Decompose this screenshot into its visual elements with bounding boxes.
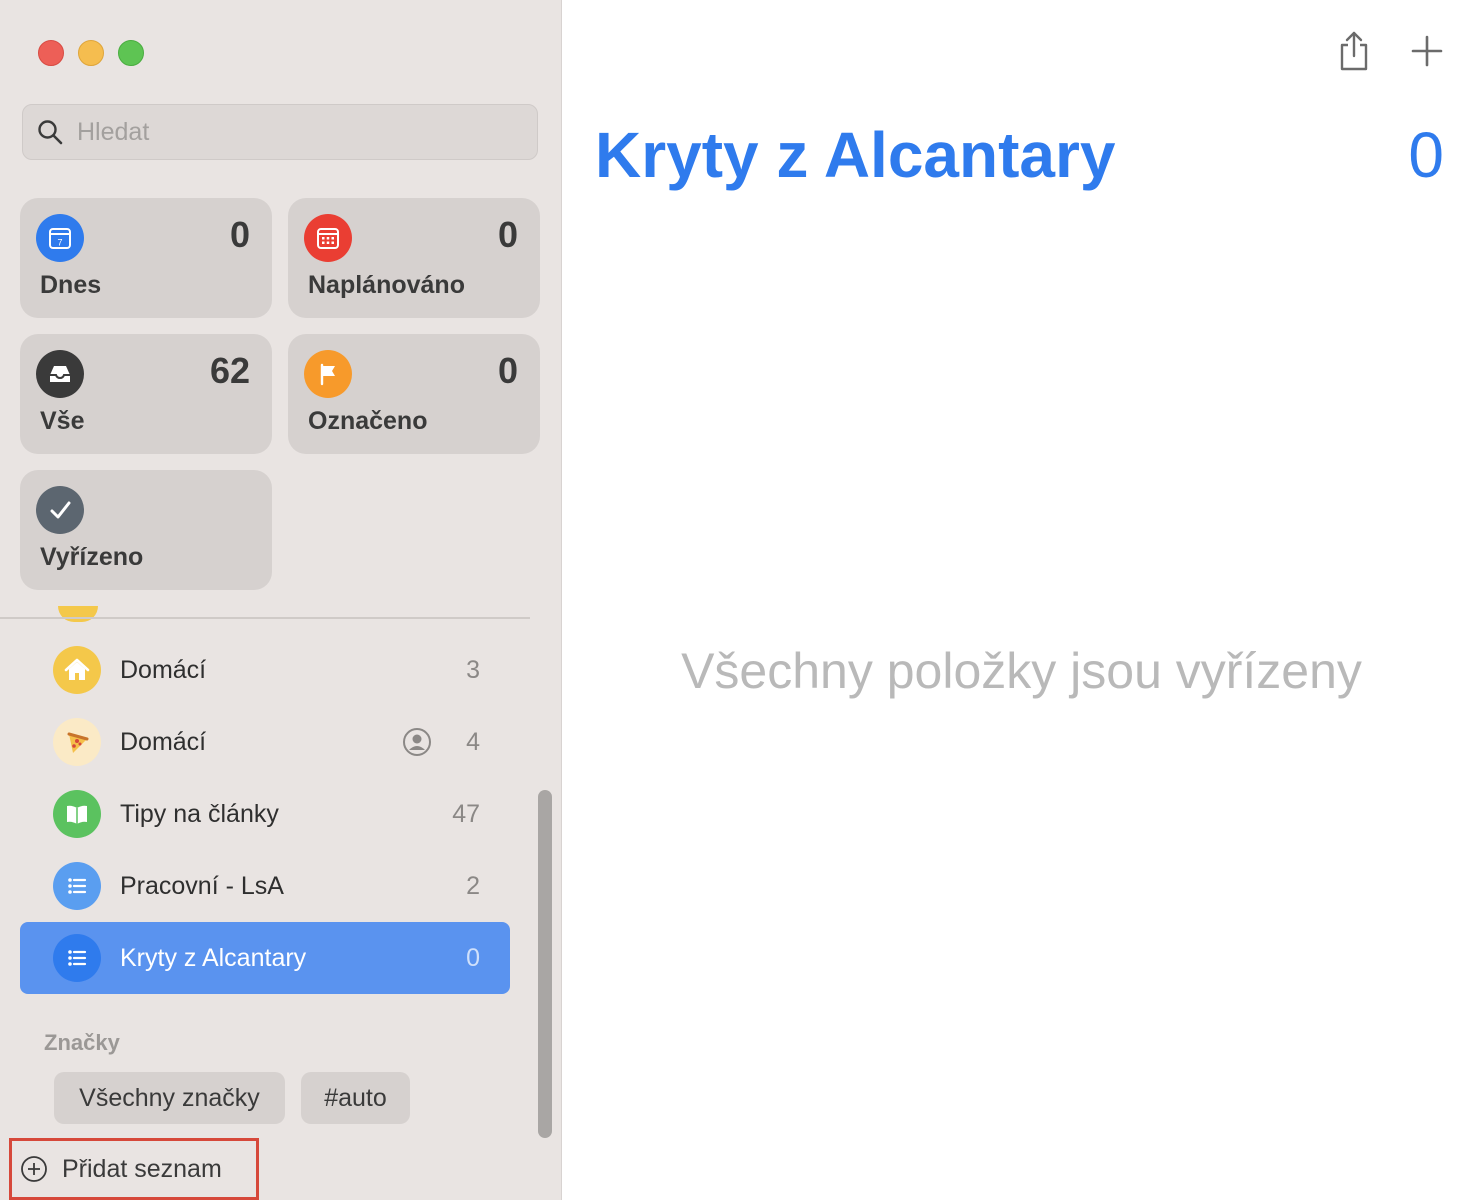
calendar-scheduled-icon [304,214,352,262]
list-name: Tipy na články [120,799,279,828]
smart-list-label: Vyřízeno [40,543,144,571]
smart-list-count: 0 [229,214,250,255]
search-field[interactable] [22,104,538,160]
svg-text:7: 7 [57,238,62,248]
plus-icon [1411,35,1443,67]
page-title: Kryty z Alcantary [595,119,1116,191]
add-list-label: Přidat seznam [62,1154,222,1183]
tag-all[interactable]: Všechny značky [54,1072,285,1124]
list-count: 47 [452,799,480,828]
sidebar-scrollbar[interactable] [538,790,552,1138]
list-count: 0 [466,943,480,972]
tray-icon [36,350,84,398]
add-list-button[interactable]: Přidat seznam [9,1138,259,1200]
smart-list-label: Vše [40,407,85,435]
search-icon [38,120,63,145]
plus-circle-icon [21,1156,47,1182]
smart-list-count: 0 [497,214,518,255]
main-content: Kryty z Alcantary 0 Všechny položky jsou… [563,0,1480,1200]
list-icon-partial [58,606,98,622]
list-item-domaci[interactable]: Domácí 3 [20,634,510,706]
smart-list-count: 0 [497,350,518,391]
section-divider [0,617,530,619]
list-item-kryty-selected[interactable]: Kryty z Alcantary 0 [20,922,510,994]
list-name: Pracovní - LsA [120,871,284,900]
smart-list-label: Dnes [40,271,102,299]
add-reminder-button[interactable] [1405,28,1449,74]
zoom-window-button[interactable] [118,40,144,66]
list-count: 2 [466,871,480,900]
list-count: 3 [466,655,480,684]
smart-list-count: 62 [209,350,250,391]
share-button[interactable] [1332,28,1376,74]
house-icon [53,646,101,694]
tags-section-label: Značky [44,1030,120,1055]
share-icon [1340,31,1368,71]
list-name: Kryty z Alcantary [120,943,307,972]
window-controls [38,40,144,66]
smart-list-label: Označeno [308,407,428,435]
smart-list-all[interactable]: 62 Vše [20,334,272,454]
empty-state-message: Všechny položky jsou vyřízeny [681,643,1362,699]
calendar-today-icon: 7 [36,214,84,262]
close-window-button[interactable] [38,40,64,66]
sidebar: 7 0 Dnes 0 Naplánováno 62 Vše [0,0,562,1200]
list-icon [53,934,101,982]
shared-person-icon [403,728,431,756]
list-name: Domácí [120,655,207,684]
smart-list-today[interactable]: 7 0 Dnes [20,198,272,318]
tag-auto[interactable]: #auto [301,1072,410,1124]
smart-list-flagged[interactable]: 0 Označeno [288,334,540,454]
pizza-icon [53,718,101,766]
list-item-domaci-shared[interactable]: Domácí 4 [20,706,510,778]
flag-icon [304,350,352,398]
checkmark-icon [36,486,84,534]
reminder-count: 0 [1408,119,1444,191]
list-name: Domácí [120,727,207,756]
list-item-tipy[interactable]: Tipy na články 47 [20,778,510,850]
smart-list-completed[interactable]: Vyřízeno [20,470,272,590]
smart-list-scheduled[interactable]: 0 Naplánováno [288,198,540,318]
list-icon [53,862,101,910]
minimize-window-button[interactable] [78,40,104,66]
list-item-pracovni[interactable]: Pracovní - LsA 2 [20,850,510,922]
smart-list-label: Naplánováno [308,271,465,299]
list-count: 4 [466,727,480,756]
search-input[interactable] [77,117,497,147]
book-icon [53,790,101,838]
